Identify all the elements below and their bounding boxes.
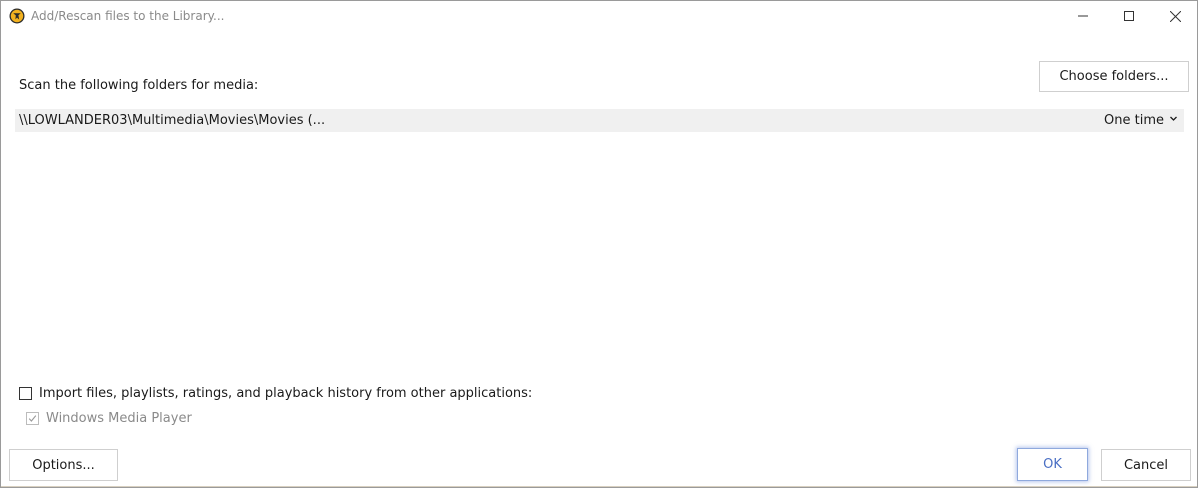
windows-media-player-label: Windows Media Player	[46, 411, 192, 426]
scan-frequency-dropdown[interactable]: One time	[1104, 113, 1178, 128]
scan-frequency-value: One time	[1104, 113, 1164, 128]
close-icon	[1169, 10, 1181, 22]
scan-folders-label: Scan the following folders for media:	[19, 78, 259, 93]
choose-folders-button[interactable]: Choose folders...	[1039, 61, 1189, 92]
chevron-down-icon	[1170, 116, 1177, 121]
ok-button[interactable]: OK	[1017, 448, 1088, 481]
folder-path: \\LOWLANDER03\Multimedia\Movies\Movies (…	[19, 113, 326, 128]
window-bottom-edge	[1, 486, 1197, 487]
folder-list: \\LOWLANDER03\Multimedia\Movies\Movies (…	[15, 109, 1184, 132]
close-button[interactable]	[1152, 1, 1197, 31]
import-label: Import files, playlists, ratings, and pl…	[39, 386, 533, 401]
maximize-button[interactable]	[1106, 1, 1152, 31]
options-button[interactable]: Options...	[9, 449, 118, 481]
checkmark-icon	[28, 415, 37, 422]
cancel-button[interactable]: Cancel	[1101, 449, 1191, 481]
app-logo-icon	[9, 8, 25, 24]
maximize-icon	[1124, 11, 1134, 21]
import-option[interactable]: Import files, playlists, ratings, and pl…	[19, 386, 532, 401]
minimize-icon	[1078, 15, 1088, 17]
minimize-button[interactable]	[1060, 1, 1106, 31]
windows-media-player-checkbox	[26, 412, 39, 425]
title-bar[interactable]: Add/Rescan files to the Library...	[1, 1, 1197, 32]
windows-media-player-option: Windows Media Player	[26, 411, 192, 426]
add-rescan-dialog: Add/Rescan files to the Library... Scan …	[0, 0, 1198, 488]
window-title: Add/Rescan files to the Library...	[31, 9, 225, 23]
import-checkbox[interactable]	[19, 387, 32, 400]
